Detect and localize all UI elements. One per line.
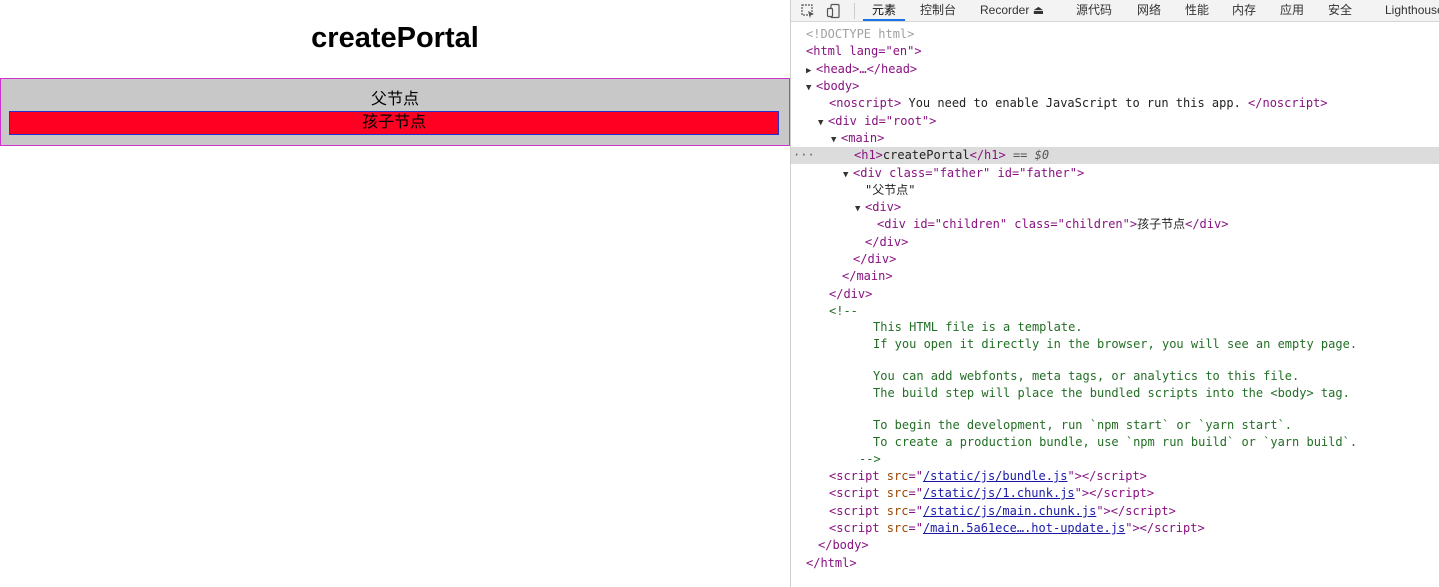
dom-line-comment-open[interactable]: <!-- [791, 303, 1439, 320]
devtools-panel: 元素 控制台 Recorder ⏏ 源代码 网络 性能 内存 应用 安全 Lig… [790, 0, 1439, 587]
children-node: 孩子节点 [9, 111, 779, 135]
dom-line-root[interactable]: ▼ <div id="root"> [791, 113, 1439, 130]
dom-line-html[interactable]: <html lang="en"> [791, 43, 1439, 60]
dom-line-body-close[interactable]: </body> [791, 537, 1439, 554]
page-heading: createPortal [311, 22, 479, 54]
tab-console[interactable]: 控制台 [920, 0, 956, 21]
dom-line-father[interactable]: ▼ <div class="father" id="father"> [791, 165, 1439, 182]
dom-line-comment: To create a production bundle, use `npm … [873, 435, 1358, 449]
dom-line-h1-selected[interactable]: ··· <h1>createPortal</h1> == $0 [791, 147, 1439, 164]
dom-line-doctype[interactable]: <!DOCTYPE html> [791, 26, 1439, 43]
device-toggle-icon[interactable] [826, 3, 842, 19]
tab-network[interactable]: 网络 [1137, 0, 1161, 21]
dom-line-inner-div[interactable]: ▼ <div> [791, 199, 1439, 216]
dom-line-comment-close: --> [859, 452, 881, 466]
dom-line-html-close[interactable]: </html> [791, 555, 1439, 572]
dom-line-noscript[interactable]: <noscript> You need to enable JavaScript… [791, 95, 1439, 112]
script-src-link[interactable]: /static/js/1.chunk.js [923, 486, 1075, 500]
dom-line-main[interactable]: ▼ <main> [791, 130, 1439, 147]
dom-line-head[interactable]: ▶ <head>…</head> [791, 61, 1439, 78]
dom-line-script[interactable]: <script src="/main.5a61ece….hot-update.j… [791, 520, 1439, 537]
father-node: 父节点 孩子节点 [0, 78, 790, 146]
dom-line-script[interactable]: <script src="/static/js/1.chunk.js"></sc… [791, 485, 1439, 502]
tab-lighthouse[interactable]: Lighthouse [1385, 0, 1439, 21]
rendered-page: createPortal 父节点 孩子节点 [0, 0, 790, 587]
script-src-link[interactable]: /static/js/bundle.js [923, 469, 1068, 483]
dom-line-children[interactable]: <div id="children" class="children">孩子节点… [791, 216, 1439, 233]
dom-line-body[interactable]: ▼ <body> [791, 78, 1439, 95]
tab-performance[interactable]: 性能 [1185, 0, 1209, 21]
dom-tree: <!DOCTYPE html> <html lang="en"> ▶ <head>… [791, 22, 1439, 587]
tab-sources[interactable]: 源代码 [1076, 0, 1112, 21]
dom-line-comment: If you open it directly in the browser, … [873, 337, 1358, 351]
toolbar-divider [854, 3, 855, 19]
tab-security[interactable]: 安全 [1328, 0, 1352, 21]
dom-line-script[interactable]: <script src="/static/js/main.chunk.js"><… [791, 503, 1439, 520]
dom-line-comment: To begin the development, run `npm start… [873, 418, 1293, 432]
script-src-link[interactable]: /main.5a61ece….hot-update.js [923, 521, 1125, 535]
script-src-link[interactable]: /static/js/main.chunk.js [923, 504, 1096, 518]
dom-line-close-div[interactable]: </div> [791, 234, 1439, 251]
tab-memory[interactable]: 内存 [1232, 0, 1256, 21]
tab-recorder[interactable]: Recorder ⏏ [980, 0, 1044, 21]
devtools-toolbar: 元素 控制台 Recorder ⏏ 源代码 网络 性能 内存 应用 安全 Lig… [791, 0, 1439, 22]
dom-line-comment: The build step will place the bundled sc… [873, 386, 1350, 400]
more-options-icon[interactable]: ··· [793, 147, 815, 164]
dom-line-comment: This HTML file is a template. [873, 320, 1083, 334]
dom-line-close-div[interactable]: </div> [791, 251, 1439, 268]
dom-line-close-main[interactable]: </main> [791, 268, 1439, 285]
dom-line-comment: You can add webfonts, meta tags, or anal… [873, 369, 1300, 383]
dom-line-father-text[interactable]: "父节点" [791, 182, 1439, 199]
dom-line-close-root[interactable]: </div> [791, 286, 1439, 303]
father-node-label: 父节点 [370, 91, 419, 108]
tab-application[interactable]: 应用 [1280, 0, 1304, 21]
inspect-element-icon[interactable] [800, 3, 816, 19]
dom-line-script[interactable]: <script src="/static/js/bundle.js"></scr… [791, 468, 1439, 485]
tab-elements[interactable]: 元素 [863, 0, 905, 21]
